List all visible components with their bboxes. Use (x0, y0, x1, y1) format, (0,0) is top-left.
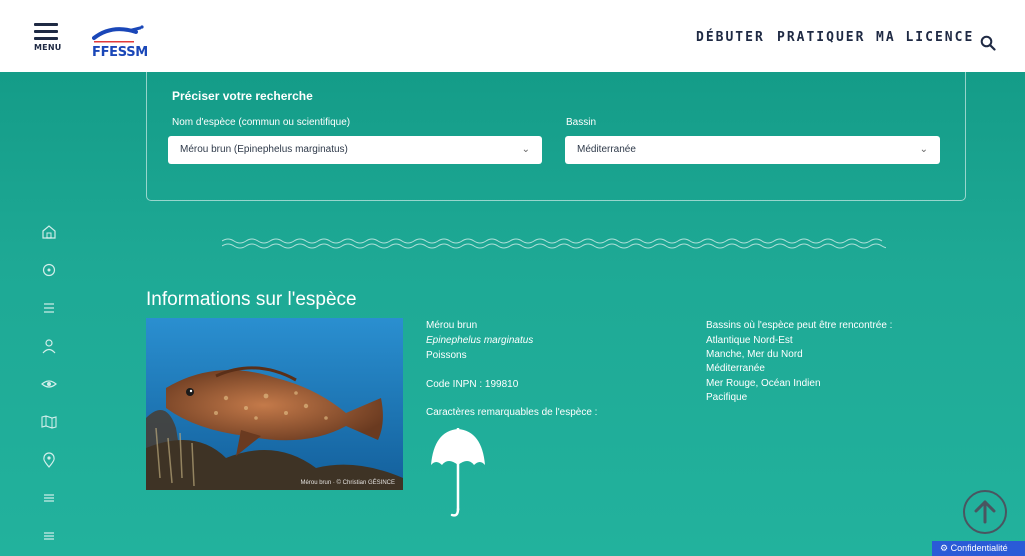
basin-item: Mer Rouge, Océan Indien (706, 378, 821, 389)
basin-item: Manche, Mer du Nord (706, 349, 803, 360)
home-icon[interactable] (40, 223, 58, 241)
species-photo: Mérou brun · © Christian GÉSINCE (146, 318, 403, 490)
chevron-down-icon: ⌄ (521, 144, 530, 155)
wave-divider (222, 238, 886, 249)
species-scientific-name: Epinephelus marginatus (426, 335, 534, 346)
basin-select-value: Méditerranée (577, 144, 636, 155)
list-icon[interactable] (40, 489, 58, 507)
nav-debuter[interactable]: DÉBUTER (696, 30, 765, 45)
arrow-up-icon (974, 500, 996, 524)
logo-wave-icon (92, 25, 144, 43)
search-icon[interactable] (980, 35, 996, 51)
photo-credit: Mérou brun · © Christian GÉSINCE (300, 480, 395, 486)
remarkable-label: Caractères remarquables de l'espèce : (426, 407, 598, 418)
umbrella-icon (431, 428, 485, 517)
species-inpn-code: Code INPN : 199810 (426, 379, 519, 390)
nav-pratiquer[interactable]: PRATIQUER (777, 30, 865, 45)
nav-ma-licence[interactable]: MA LICENCE (876, 30, 974, 45)
search-title: Préciser votre recherche (172, 89, 313, 103)
location-pin-icon[interactable] (40, 451, 58, 469)
scroll-to-top-button[interactable] (963, 490, 1007, 534)
site-header: MENU FFESSM DÉBUTER PRATIQUER MA LICENCE (0, 0, 1025, 73)
person-icon[interactable] (40, 337, 58, 355)
menu-button[interactable]: MENU (32, 23, 62, 61)
species-select-value: Mérou brun (Epinephelus marginatus) (180, 144, 348, 155)
species-group: Poissons (426, 350, 467, 361)
ffessm-logo[interactable]: FFESSM (92, 22, 152, 64)
basin-item: Méditerranée (706, 363, 765, 374)
map-icon[interactable] (40, 413, 58, 431)
logo-text: FFESSM (92, 45, 148, 60)
list-icon[interactable] (40, 527, 58, 545)
confidentiality-badge[interactable]: ⚙ Confidentialité (932, 541, 1025, 556)
basin-select[interactable]: Méditerranée ⌄ (565, 136, 940, 164)
confidentiality-label: Confidentialité (950, 543, 1008, 553)
hamburger-bar (34, 30, 58, 33)
basins-label: Bassins où l'espèce peut être rencontrée… (706, 320, 893, 331)
species-select[interactable]: Mérou brun (Epinephelus marginatus) ⌄ (168, 136, 542, 164)
compass-icon[interactable] (40, 261, 58, 279)
hamburger-bar (34, 37, 58, 40)
species-section-title: Informations sur l'espèce (146, 289, 357, 310)
hamburger-bar (34, 23, 58, 26)
eye-icon[interactable] (40, 375, 58, 393)
grouper-illustration (146, 318, 403, 490)
species-common-name: Mérou brun (426, 320, 478, 331)
list-icon[interactable] (40, 299, 58, 317)
species-field-label: Nom d'espèce (commun ou scientifique) (172, 117, 351, 128)
chevron-down-icon: ⌄ (919, 144, 928, 155)
gear-icon: ⚙ (940, 543, 951, 553)
basin-item: Atlantique Nord-Est (706, 335, 793, 346)
menu-label: MENU (34, 43, 62, 52)
basin-item: Pacifique (706, 392, 748, 403)
basin-field-label: Bassin (566, 117, 597, 128)
